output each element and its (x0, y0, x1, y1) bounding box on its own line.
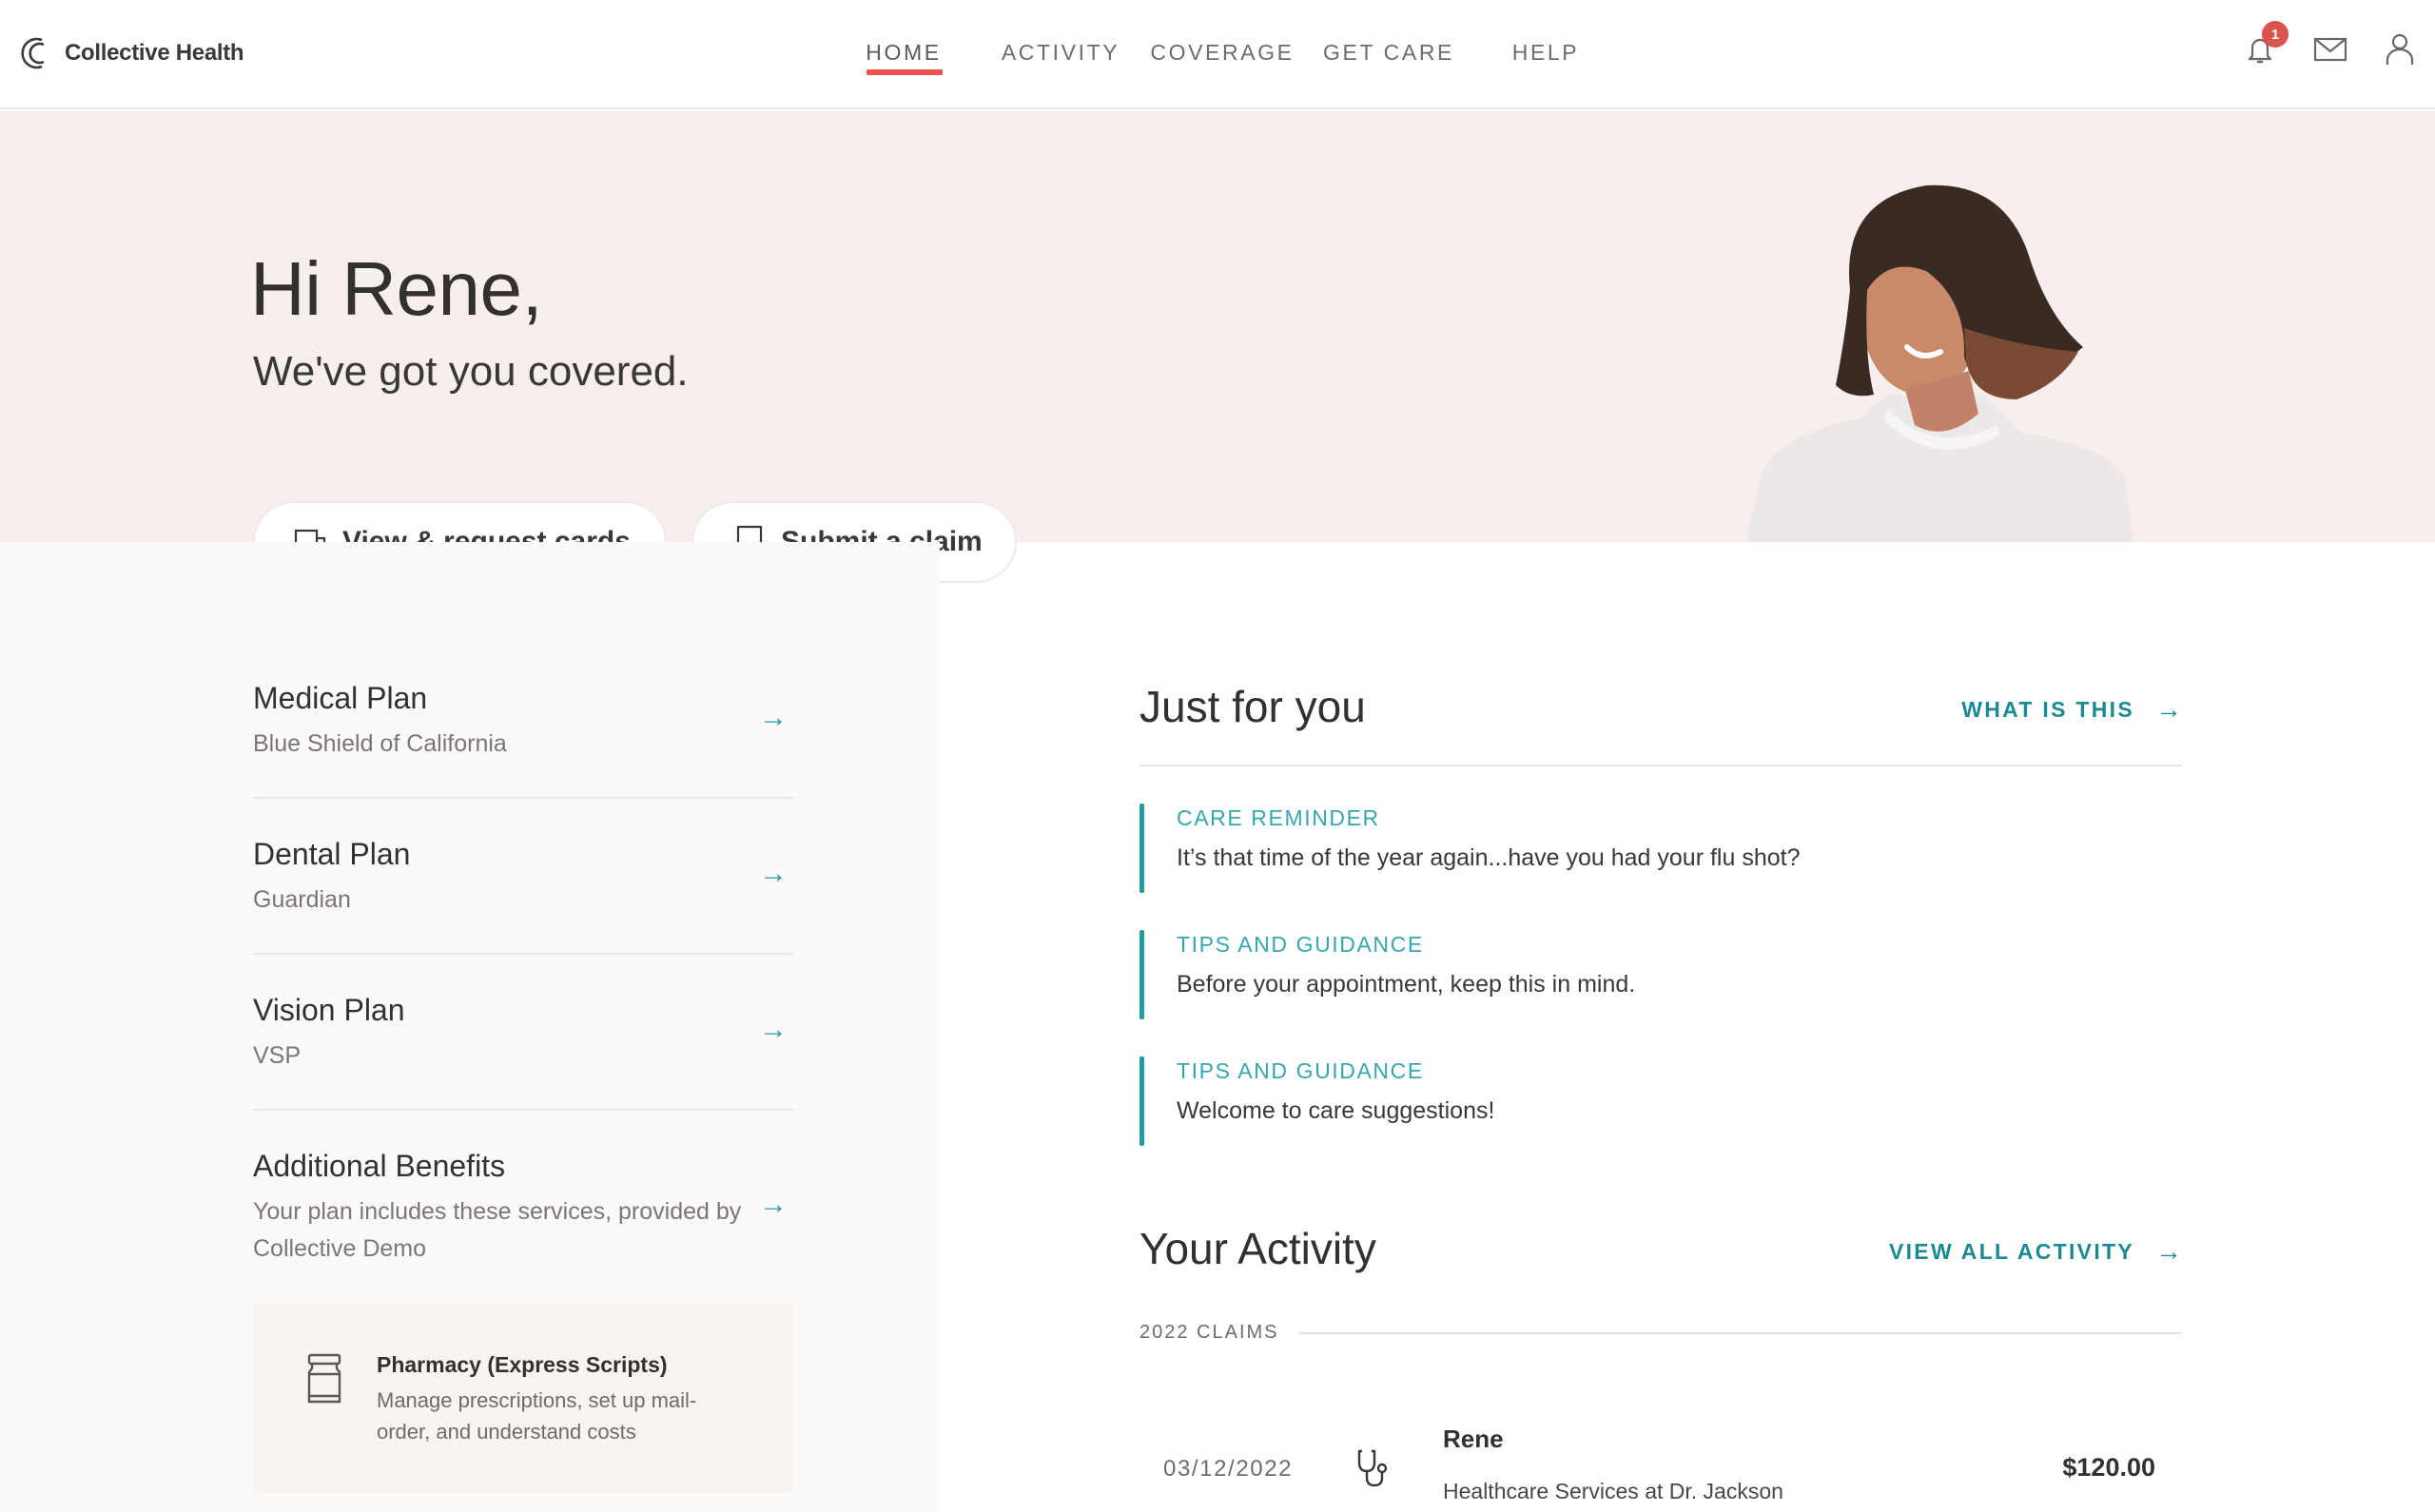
suggestion-text: It’s that time of the year again...have … (1177, 844, 1801, 871)
claim-amount: $120.00 (2062, 1453, 2155, 1482)
divider (253, 953, 793, 955)
divider (253, 1109, 793, 1111)
divider (253, 797, 793, 799)
plan-title: Vision Plan (253, 993, 405, 1027)
suggestion-text: Welcome to care suggestions! (1177, 1097, 1495, 1124)
divider (1140, 765, 2182, 766)
arrow-right-icon: → (2155, 694, 2182, 724)
your-activity-heading: Your Activity (1140, 1224, 1376, 1273)
claim-date: 03/12/2022 (1163, 1456, 1294, 1482)
nav-active-indicator (867, 69, 943, 75)
plan-item-additional-benefits[interactable]: Additional Benefits Your plan includes t… (253, 1149, 793, 1268)
pill-bottle-icon (307, 1353, 341, 1404)
nav-help[interactable]: HELP (1512, 40, 1579, 66)
plan-subtitle: Your plan includes these services, provi… (253, 1198, 742, 1262)
view-all-activity-link[interactable]: VIEW ALL ACTIVITY → (1889, 1236, 2182, 1267)
plan-subtitle: VSP (253, 1042, 302, 1069)
plan-item-dental[interactable]: Dental Plan Guardian → (253, 837, 793, 919)
pharmacy-title: Pharmacy (Express Scripts) (377, 1352, 668, 1377)
nav-home[interactable]: HOME (866, 40, 941, 66)
stethoscope-icon (1357, 1449, 1388, 1487)
care-suggestion-item[interactable]: CARE REMINDER It’s that time of the year… (1140, 804, 2182, 893)
claim-row[interactable]: 03/12/2022 Rene Healthcare Services at D… (1140, 1417, 2182, 1512)
notification-badge: 1 (2262, 21, 2289, 48)
accent-bar (1140, 804, 1144, 893)
suggestion-category: CARE REMINDER (1177, 805, 1380, 830)
hero-person-photo (1745, 184, 2133, 542)
accent-bar (1140, 1056, 1144, 1146)
hero-tagline: We've got you covered. (253, 348, 689, 395)
arrow-right-icon: → (759, 1014, 788, 1045)
arrow-right-icon: → (759, 1189, 788, 1220)
nav-activity[interactable]: ACTIVITY (1002, 40, 1120, 66)
plan-subtitle: Blue Shield of California (253, 730, 507, 757)
arrow-right-icon: → (759, 702, 788, 733)
pharmacy-description: Manage prescriptions, set up mail-order,… (377, 1388, 697, 1444)
messages-button[interactable] (2311, 30, 2349, 68)
arrow-right-icon: → (2155, 1236, 2182, 1266)
what-is-this-label: WHAT IS THIS (1961, 696, 2134, 722)
claim-patient-name: Rene (1443, 1425, 1504, 1453)
plan-title: Dental Plan (253, 837, 411, 871)
care-suggestion-item[interactable]: TIPS AND GUIDANCE Before your appointmen… (1140, 930, 2182, 1019)
pharmacy-card[interactable]: Pharmacy (Express Scripts) Manage prescr… (253, 1303, 793, 1493)
greeting-heading: Hi Rene, (250, 246, 543, 331)
plan-item-vision[interactable]: Vision Plan VSP → (253, 993, 793, 1075)
divider (1298, 1332, 2182, 1334)
logo[interactable]: Collective Health (17, 34, 244, 72)
plan-item-medical[interactable]: Medical Plan Blue Shield of California → (253, 681, 793, 763)
view-all-activity-label: VIEW ALL ACTIVITY (1888, 1238, 2134, 1264)
nav-coverage[interactable]: COVERAGE (1150, 40, 1294, 66)
what-is-this-link[interactable]: WHAT IS THIS → (1961, 694, 2182, 725)
just-for-you-heading: Just for you (1140, 682, 1366, 731)
mail-icon (2313, 37, 2347, 62)
profile-button[interactable] (2381, 30, 2419, 68)
suggestion-text: Before your appointment, keep this in mi… (1177, 971, 1636, 998)
suggestion-category: TIPS AND GUIDANCE (1177, 1058, 1424, 1083)
user-icon (2386, 33, 2414, 65)
plan-title: Medical Plan (253, 681, 428, 715)
nav-get-care[interactable]: GET CARE (1323, 40, 1454, 66)
collective-health-logo-icon (21, 37, 45, 69)
plan-title: Additional Benefits (253, 1149, 506, 1183)
logo-text: Collective Health (65, 40, 244, 66)
claim-description: Healthcare Services at Dr. Jackson (1443, 1479, 1783, 1503)
claims-year-label: 2022 CLAIMS (1140, 1322, 1279, 1343)
arrow-right-icon: → (759, 858, 788, 889)
suggestion-category: TIPS AND GUIDANCE (1177, 932, 1424, 957)
accent-bar (1140, 930, 1144, 1019)
top-navigation-bar: Collective Health HOME ACTIVITY COVERAGE… (0, 0, 2435, 109)
care-suggestion-item[interactable]: TIPS AND GUIDANCE Welcome to care sugges… (1140, 1056, 2182, 1146)
plan-subtitle: Guardian (253, 886, 351, 913)
